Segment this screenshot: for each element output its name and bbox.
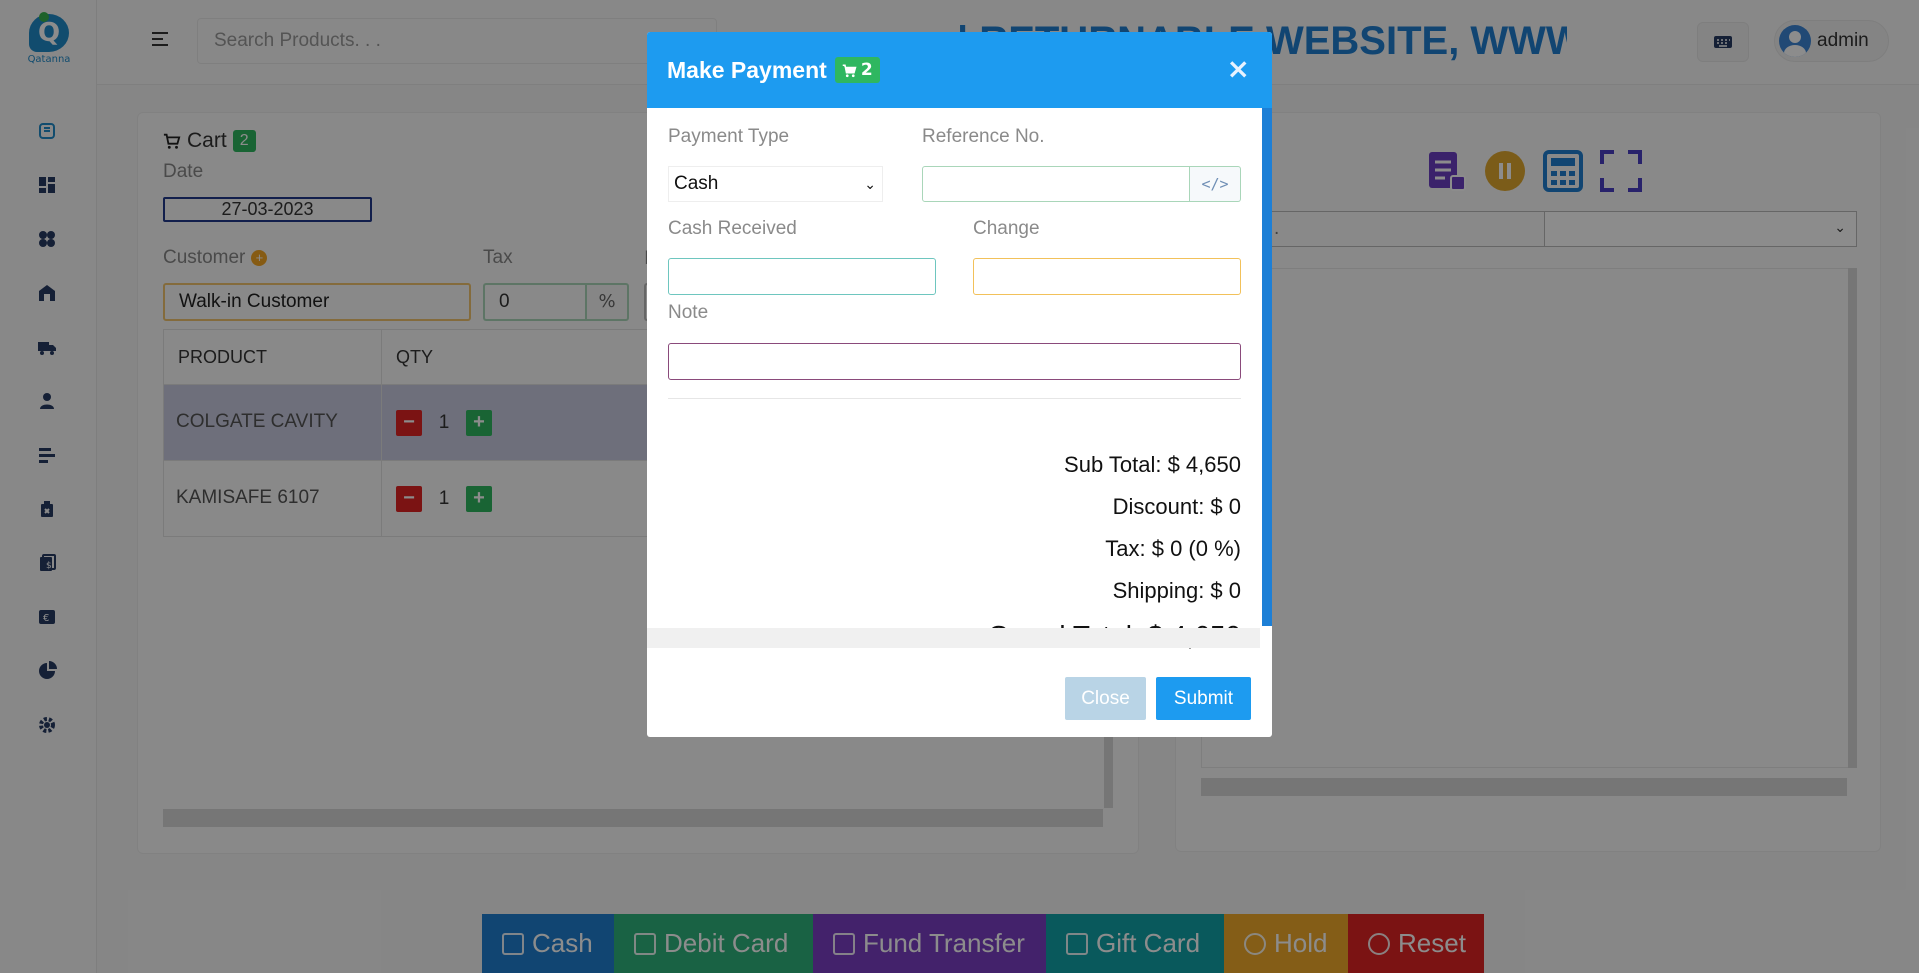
- change-input[interactable]: [973, 258, 1241, 295]
- subtotal-text: Sub Total: $ 4,650: [1064, 452, 1241, 477]
- close-icon[interactable]: ×: [1227, 52, 1250, 85]
- reference-input[interactable]: [922, 166, 1190, 202]
- payment-type-label: Payment Type: [668, 126, 790, 147]
- modal-footer: Close Submit: [647, 665, 1272, 737]
- modal-cart-badge: 2: [834, 57, 880, 83]
- cash-received-input[interactable]: [668, 258, 936, 295]
- modal-horizontal-scrollbar[interactable]: [647, 628, 1260, 648]
- divider: [668, 398, 1241, 399]
- cart-icon: [842, 64, 857, 77]
- modal-cart-count: 2: [860, 60, 873, 80]
- chevron-down-icon: ⌄: [864, 176, 876, 192]
- payment-type-select[interactable]: Cash ⌄: [668, 166, 883, 202]
- tax-text: Tax: $ 0 (0 %): [1105, 536, 1241, 561]
- cash-received-label: Cash Received: [668, 218, 797, 239]
- modal-header: Make Payment 2 ×: [647, 32, 1272, 108]
- modal-body: Payment Type Cash ⌄ Reference No. </> Ca…: [647, 108, 1272, 665]
- reference-label: Reference No.: [922, 126, 1045, 147]
- make-payment-modal: Make Payment 2 × Payment Type Cash ⌄ Ref…: [647, 32, 1272, 737]
- modal-vertical-scrollbar[interactable]: [1262, 108, 1272, 626]
- discount-text: Discount: $ 0: [1112, 494, 1241, 519]
- generate-reference-button[interactable]: </>: [1190, 166, 1241, 202]
- change-label: Change: [973, 218, 1040, 239]
- note-input[interactable]: [668, 343, 1241, 380]
- submit-button[interactable]: Submit: [1156, 677, 1251, 720]
- close-button[interactable]: Close: [1065, 677, 1146, 720]
- payment-type-value: Cash: [674, 173, 719, 194]
- shipping-text: Shipping: $ 0: [1112, 578, 1241, 603]
- note-label: Note: [668, 302, 709, 323]
- modal-title: Make Payment: [667, 56, 827, 83]
